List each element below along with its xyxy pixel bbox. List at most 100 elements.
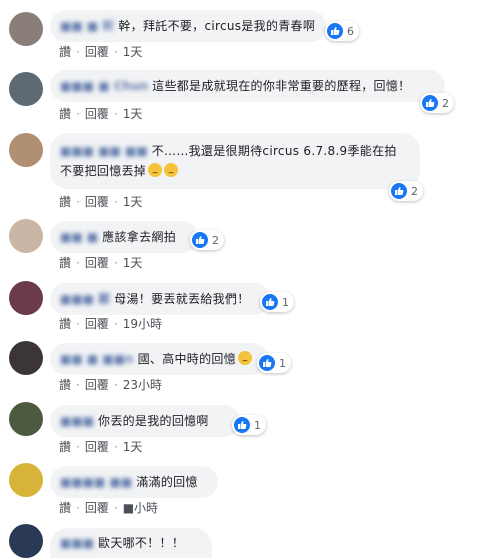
separator: · [76, 256, 80, 270]
separator: · [76, 45, 80, 59]
comment-text: 滿滿的回憶 [136, 475, 198, 489]
timestamp[interactable]: 1天 [123, 43, 143, 60]
reaction-number: 1 [254, 418, 261, 432]
timestamp[interactable]: ■小時 [123, 499, 158, 516]
separator: · [76, 440, 80, 454]
reaction-number: 2 [411, 184, 418, 198]
like-icon [259, 355, 275, 371]
separator: · [76, 501, 80, 515]
timestamp[interactable]: 23小時 [123, 376, 162, 393]
reaction-number: 6 [347, 24, 354, 38]
like-icon [262, 294, 278, 310]
comment-actions: 讚 · 回覆 · 1天 [59, 105, 142, 122]
comment-text: 歐天哪不！！！ [98, 536, 185, 550]
reaction-count[interactable]: 2 [389, 181, 423, 201]
reaction-number: 1 [282, 295, 289, 309]
reaction-count[interactable]: 6 [325, 21, 359, 41]
separator: · [113, 317, 118, 331]
reaction-number: 2 [442, 96, 449, 110]
like-icon [327, 23, 343, 39]
avatar[interactable] [9, 281, 43, 315]
comment-bubble: ■■ ■ 應該拿去網拍 [50, 221, 198, 253]
separator: · [113, 501, 118, 515]
comment-actions: 讚 · 回覆 · 1天 [59, 43, 142, 60]
comment-bubble: ■■■ 鄭母湯！要丟就丟給我們！ [50, 283, 270, 315]
timestamp[interactable]: 19小時 [123, 315, 162, 332]
commenter-name[interactable]: ■■■ [60, 413, 94, 429]
reply-button[interactable]: 回覆 [85, 105, 109, 122]
comment-actions: 讚 · 回覆 · 23小時 [59, 376, 162, 393]
separator: · [113, 107, 118, 121]
separator: · [76, 195, 80, 209]
commenter-name[interactable]: ■■■ 鄭 [60, 291, 110, 307]
separator: · [76, 107, 80, 121]
comment-text: 你丟的是我的回憶啊 [98, 414, 209, 428]
comment-bubble: ■■■■ ■■ 滿滿的回憶 [50, 466, 218, 498]
commenter-name[interactable]: ■■ ■ 昕 [60, 18, 114, 34]
like-button[interactable]: 讚 [59, 315, 71, 332]
avatar[interactable] [9, 524, 43, 558]
commenter-name[interactable]: ■■■ ■■ ■■ [60, 141, 148, 161]
avatar[interactable] [9, 12, 43, 46]
comment-text: 幹，拜託不要，circus是我的青春啊 [118, 19, 316, 33]
reply-button[interactable]: 回覆 [85, 376, 109, 393]
commenter-name[interactable]: ■■ ■ [60, 229, 98, 245]
comment-text: 母湯！要丟就丟給我們！ [114, 292, 250, 306]
reply-button[interactable]: 回覆 [85, 315, 109, 332]
reply-button[interactable]: 回覆 [85, 499, 109, 516]
separator: · [113, 440, 118, 454]
avatar[interactable] [9, 341, 43, 375]
comment-bubble: ■■■ ■■ ■■ 不……我還是很期待circus 6.7.8.9季能在拍 不要把… [50, 133, 420, 189]
commenter-name[interactable]: ■■■ ■ Chun [60, 78, 148, 94]
separator: · [113, 256, 118, 270]
reply-button[interactable]: 回覆 [85, 193, 109, 210]
avatar[interactable] [9, 72, 43, 106]
timestamp[interactable]: 1天 [123, 105, 143, 122]
comment-actions: 讚 · 回覆 · 19小時 [59, 315, 162, 332]
like-icon [422, 95, 438, 111]
reaction-count[interactable]: 1 [260, 292, 294, 312]
comment-actions: 讚 · 回覆 · 1天 [59, 193, 142, 210]
reaction-count[interactable]: 2 [190, 230, 224, 250]
comment-actions: 讚 · 回覆 · ■小時 [59, 499, 158, 516]
comment-text-line-1: 不……我還是很期待circus 6.7.8.9季能在拍 [151, 144, 397, 158]
like-button[interactable]: 讚 [59, 438, 71, 455]
like-button[interactable]: 讚 [59, 193, 71, 210]
reaction-count[interactable]: 1 [232, 415, 266, 435]
comment-text: 這些都是成就現在的你非常重要的歷程，回憶！ [152, 79, 411, 93]
avatar[interactable] [9, 402, 43, 436]
commenter-name[interactable]: ■■■■ ■■ [60, 474, 132, 490]
timestamp[interactable]: 1天 [123, 438, 143, 455]
separator: · [113, 378, 118, 392]
comment-bubble: ■■■ ■ Chun 這些都是成就現在的你非常重要的歷程，回憶！ [50, 70, 445, 102]
timestamp[interactable]: 1天 [123, 254, 143, 271]
like-button[interactable]: 讚 [59, 43, 71, 60]
like-icon [192, 232, 208, 248]
comment-bubble: ■■■ 你丟的是我的回憶啊 [50, 405, 240, 437]
reply-button[interactable]: 回覆 [85, 254, 109, 271]
reaction-count[interactable]: 2 [420, 93, 454, 113]
reply-button[interactable]: 回覆 [85, 43, 109, 60]
sad-face-emoji [238, 351, 252, 365]
like-button[interactable]: 讚 [59, 499, 71, 516]
comment-actions: 讚 · 回覆 · 1天 [59, 438, 142, 455]
avatar[interactable] [9, 219, 43, 253]
commenter-name[interactable]: ■■■ [60, 535, 94, 551]
like-icon [234, 417, 250, 433]
sad-face-emoji [148, 163, 163, 177]
like-button[interactable]: 讚 [59, 376, 71, 393]
comment-text: 應該拿去網拍 [102, 230, 177, 244]
commenter-name[interactable]: ■■ ■ ■■n [60, 351, 134, 367]
like-button[interactable]: 讚 [59, 254, 71, 271]
avatar[interactable] [9, 133, 43, 167]
reply-button[interactable]: 回覆 [85, 438, 109, 455]
comment-bubble: ■■ ■ ■■n 國、高中時的回憶 [50, 343, 268, 375]
comment-bubble: ■■ ■ 昕幹，拜託不要，circus是我的青春啊 [50, 10, 326, 42]
separator: · [113, 45, 118, 59]
sad-face-emoji [164, 163, 179, 177]
timestamp[interactable]: 1天 [123, 193, 143, 210]
like-button[interactable]: 讚 [59, 105, 71, 122]
avatar[interactable] [9, 463, 43, 497]
reaction-count[interactable]: 1 [257, 353, 291, 373]
comment-bubble: ■■■ 歐天哪不！！！ [50, 528, 212, 558]
